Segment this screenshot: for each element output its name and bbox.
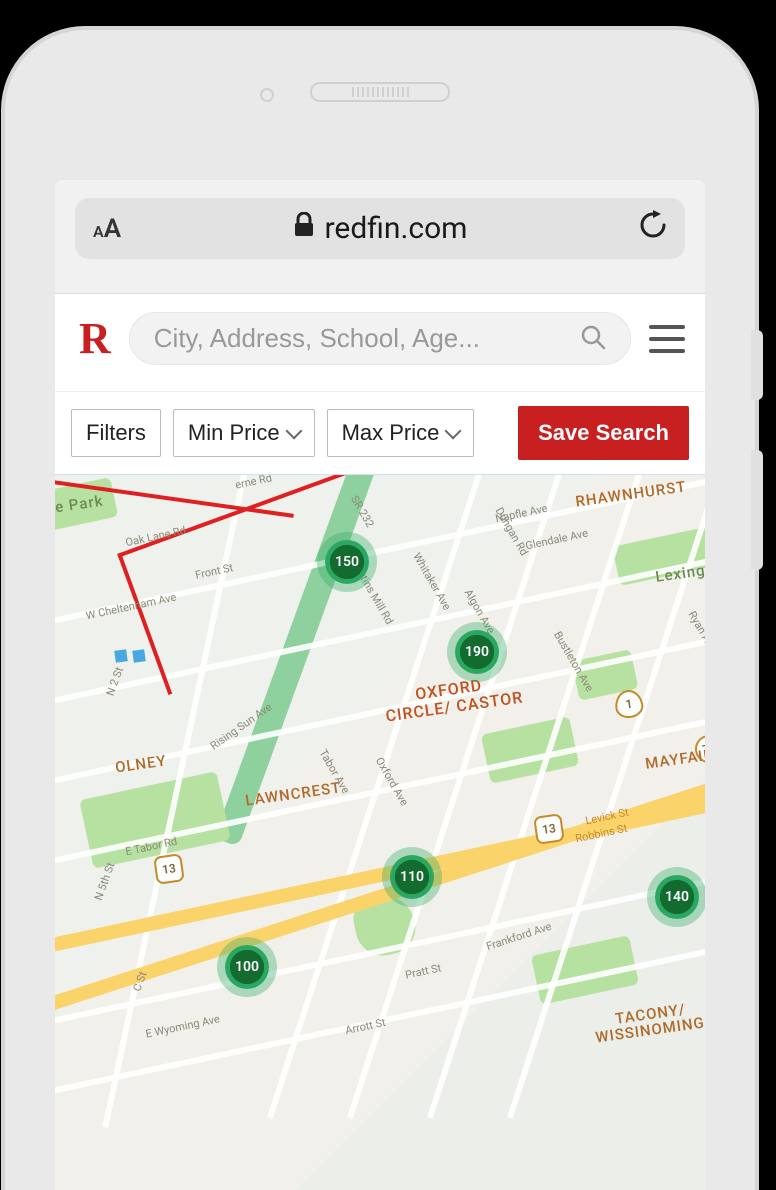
search-icon[interactable] <box>580 324 606 354</box>
app-header: R <box>55 294 705 392</box>
chevron-down-icon <box>285 423 302 440</box>
route-badge: 13 <box>533 813 565 845</box>
map-poi-icon <box>114 649 128 663</box>
save-search-label: Save Search <box>538 420 669 445</box>
save-search-button[interactable]: Save Search <box>518 406 689 460</box>
min-price-dropdown[interactable]: Min Price <box>173 409 315 457</box>
street-label: Glendale Ave <box>524 527 589 553</box>
map-poi-icon <box>132 649 146 663</box>
pin-value: 100 <box>235 959 259 975</box>
chevron-down-icon <box>445 423 462 440</box>
pin-value: 150 <box>335 554 359 570</box>
street-label: Pratt St <box>404 961 442 981</box>
street-label: erne Rd <box>234 474 273 492</box>
map-cluster-pin[interactable]: 100 <box>225 945 269 989</box>
text-size-large-icon: A <box>104 214 121 244</box>
lock-icon <box>293 211 315 246</box>
neighborhood-label: MAYFAIR <box>644 745 705 772</box>
min-price-label: Min Price <box>188 420 280 446</box>
reload-button[interactable] <box>639 210 667 247</box>
max-price-dropdown[interactable]: Max Price <box>327 409 475 457</box>
street-label: N 2 St <box>104 665 126 697</box>
map-cluster-pin[interactable]: 190 <box>455 630 499 674</box>
pin-value: 190 <box>465 644 489 660</box>
speaker-grill <box>310 82 450 102</box>
max-price-label: Max Price <box>342 420 440 446</box>
pin-value: 140 <box>665 889 689 905</box>
filter-bar: Filters Min Price Max Price Save Search <box>55 392 705 474</box>
url-text: redfin.com <box>325 211 468 246</box>
filters-button[interactable]: Filters <box>71 409 161 457</box>
neighborhood-label: OLNEY <box>114 751 168 776</box>
brand-logo[interactable]: R <box>79 313 111 364</box>
street-label: E Wyoming Ave <box>144 1012 220 1040</box>
pin-value: 110 <box>400 869 424 885</box>
search-input[interactable] <box>154 323 580 354</box>
map-cluster-pin[interactable]: 140 <box>655 875 699 919</box>
screen: AA redfin.com R <box>55 180 705 1190</box>
menu-button[interactable] <box>649 325 685 353</box>
browser-bar: AA redfin.com <box>55 180 705 294</box>
map-cluster-pin[interactable]: 110 <box>390 855 434 899</box>
text-size-button[interactable]: AA <box>93 214 121 244</box>
side-button-top <box>751 330 763 400</box>
text-size-small-icon: A <box>93 222 104 241</box>
street-label: Arrott St <box>344 1016 387 1037</box>
front-camera <box>260 88 274 102</box>
map-park <box>79 771 230 869</box>
map-canvas[interactable]: 13 13 1 73 e Park OLNEY LAWNCREST OXFORD… <box>55 474 705 1190</box>
url-display[interactable]: redfin.com <box>293 211 468 246</box>
route-badge: 13 <box>153 853 185 885</box>
search-field-wrap[interactable] <box>129 312 631 365</box>
url-bar[interactable]: AA redfin.com <box>75 198 685 259</box>
phone-frame: AA redfin.com R <box>5 30 755 1190</box>
filters-label: Filters <box>86 420 146 446</box>
side-button-bottom <box>751 450 763 570</box>
map-cluster-pin[interactable]: 150 <box>325 540 369 584</box>
